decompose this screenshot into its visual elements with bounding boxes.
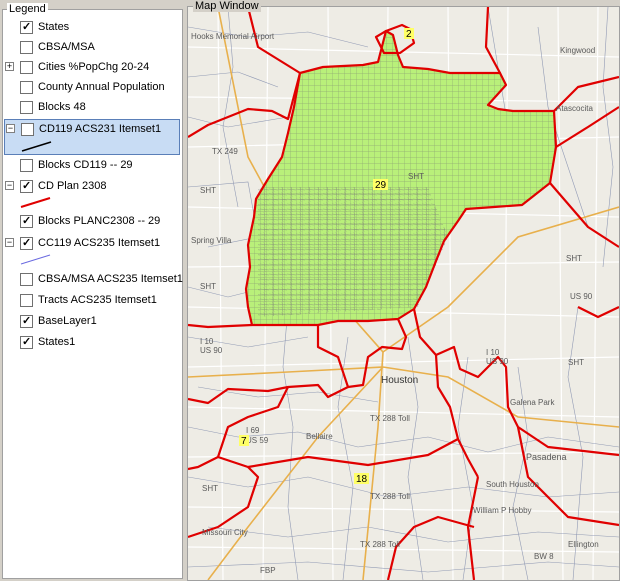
road-label: SHT: [202, 484, 218, 493]
legend-item-label: CD Plan 2308: [38, 180, 107, 192]
legend-item-blocks-planc2308[interactable]: ✓ Blocks PLANC2308 -- 29: [2, 212, 180, 232]
road-label: SHT: [200, 186, 216, 195]
cc119-acs235-checkbox[interactable]: ✓: [20, 237, 33, 250]
legend-item-label: Blocks CD119 -- 29: [38, 159, 133, 171]
legend-item-label: County Annual Population: [38, 81, 165, 93]
road-label: TX 288 Toll: [370, 492, 410, 501]
line-symbol-icon: [20, 254, 51, 265]
collapse-icon[interactable]: −: [5, 181, 14, 190]
cbsa-msa-acs235-checkbox[interactable]: [20, 273, 33, 286]
road-label: TX 249: [212, 147, 238, 156]
road-label: SHT: [566, 254, 582, 263]
map-canvas[interactable]: Hooks Memorial Airport Kingwood Atascoci…: [187, 6, 620, 581]
blocks-48-checkbox[interactable]: [20, 101, 33, 114]
legend-item-label: BaseLayer1: [38, 315, 97, 327]
road-label: SHT: [200, 282, 216, 291]
road-label: US 90: [486, 357, 509, 366]
place-label: Kingwood: [560, 46, 595, 55]
place-label: Ellington: [568, 540, 599, 549]
legend-item-cbsa-msa-acs235[interactable]: CBSA/MSA ACS235 Itemset1: [2, 270, 183, 290]
district-label-29: 29: [375, 180, 387, 191]
legend-title: Legend: [7, 3, 48, 15]
check-icon: ✓: [22, 215, 32, 227]
legend-item-label: CBSA/MSA: [38, 41, 95, 53]
legend-item-cities-popchg[interactable]: + Cities %PopChg 20-24: [2, 58, 180, 78]
collapse-icon[interactable]: −: [6, 124, 15, 133]
road-label: US 90: [200, 346, 223, 355]
states-checkbox[interactable]: ✓: [20, 21, 33, 34]
legend-item-label: Tracts ACS235 Itemset1: [38, 294, 157, 306]
expand-icon[interactable]: +: [5, 62, 14, 71]
district-label-7: 7: [241, 436, 247, 447]
blocks-cd119-checkbox[interactable]: [20, 159, 33, 172]
legend-item-cbsa-msa[interactable]: CBSA/MSA: [2, 38, 180, 58]
check-icon: ✓: [22, 315, 32, 327]
legend-item-label: States1: [38, 336, 76, 348]
cities-popchg-checkbox[interactable]: [20, 61, 33, 74]
check-icon: ✓: [22, 336, 32, 348]
road-label: SHT: [568, 358, 584, 367]
cd119-acs231-checkbox[interactable]: [21, 123, 34, 136]
states1-checkbox[interactable]: ✓: [20, 336, 33, 349]
place-label: Houston: [381, 375, 418, 386]
check-icon: ✓: [22, 237, 32, 249]
place-label: Galena Park: [510, 398, 555, 407]
place-label: South Houston: [486, 480, 539, 489]
cd-plan-2308-checkbox[interactable]: ✓: [20, 180, 33, 193]
legend-item-label: CC119 ACS235 Itemset1: [38, 237, 161, 249]
road-label: BW 8: [534, 552, 554, 561]
legend-item-blocks-cd119[interactable]: Blocks CD119 -- 29: [2, 156, 180, 176]
cbsa-msa-checkbox[interactable]: [20, 41, 33, 54]
place-label: Spring Villa: [191, 236, 232, 245]
road-label: I 10: [486, 348, 500, 357]
map-window-title: Map Window: [193, 0, 261, 12]
legend-item-cd119-acs231[interactable]: − CD119 ACS231 Itemset1: [4, 119, 180, 155]
legend-item-county-population[interactable]: County Annual Population: [2, 78, 180, 98]
legend-item-cc119-acs235[interactable]: − ✓ CC119 ACS235 Itemset1: [2, 234, 180, 270]
place-label: Pasadena: [526, 452, 567, 462]
map-window: Map Window Hooks Memorial Airport Kingwo…: [187, 0, 620, 581]
legend-item-cd-plan-2308[interactable]: − ✓ CD Plan 2308: [2, 177, 180, 213]
road-label: US 59: [246, 436, 269, 445]
road-label: FBP: [260, 566, 276, 575]
legend-item-label: Blocks 48: [38, 101, 86, 113]
road-label: TX 288 Toll: [370, 414, 410, 423]
road-label: US 90: [570, 292, 593, 301]
check-icon: ✓: [22, 21, 32, 33]
legend-item-label: Cities %PopChg 20-24: [38, 61, 150, 73]
legend-item-tracts-acs235[interactable]: Tracts ACS235 Itemset1: [2, 291, 180, 311]
road-label: I 10: [200, 337, 214, 346]
legend-item-label: States: [38, 21, 70, 33]
check-icon: ✓: [22, 180, 32, 192]
legend-panel: Legend ✓ States CBSA/MSA + Cities %PopCh…: [2, 3, 183, 579]
road-label: I 69: [246, 426, 260, 435]
road-label: TX 288 Toll: [360, 540, 400, 549]
map-svg[interactable]: Hooks Memorial Airport Kingwood Atascoci…: [188, 7, 619, 580]
place-label: Missouri City: [202, 528, 248, 537]
county-population-checkbox[interactable]: [20, 81, 33, 94]
place-label: William P Hobby: [473, 506, 532, 515]
tracts-acs235-checkbox[interactable]: [20, 294, 33, 307]
district-label-18: 18: [356, 474, 368, 485]
legend-item-blocks-48[interactable]: Blocks 48: [2, 98, 180, 118]
place-label: Bellaire: [306, 432, 333, 441]
road-label: SHT: [408, 172, 424, 181]
legend-item-states[interactable]: ✓ States: [2, 18, 180, 38]
baselayer1-checkbox[interactable]: ✓: [20, 315, 33, 328]
legend-item-label: CBSA/MSA ACS235 Itemset1: [38, 273, 183, 285]
collapse-icon[interactable]: −: [5, 238, 14, 247]
line-symbol-icon: [21, 141, 52, 152]
place-label: Atascocita: [556, 104, 593, 113]
legend-item-baselayer1[interactable]: ✓ BaseLayer1: [2, 312, 180, 332]
place-label: Hooks Memorial Airport: [191, 32, 275, 41]
line-symbol-icon: [20, 197, 51, 208]
legend-item-label: Blocks PLANC2308 -- 29: [38, 215, 161, 227]
blocks-planc2308-checkbox[interactable]: ✓: [20, 215, 33, 228]
district-label-2: 2: [406, 29, 412, 40]
legend-item-label: CD119 ACS231 Itemset1: [39, 123, 162, 135]
legend-item-states1[interactable]: ✓ States1: [2, 333, 180, 353]
